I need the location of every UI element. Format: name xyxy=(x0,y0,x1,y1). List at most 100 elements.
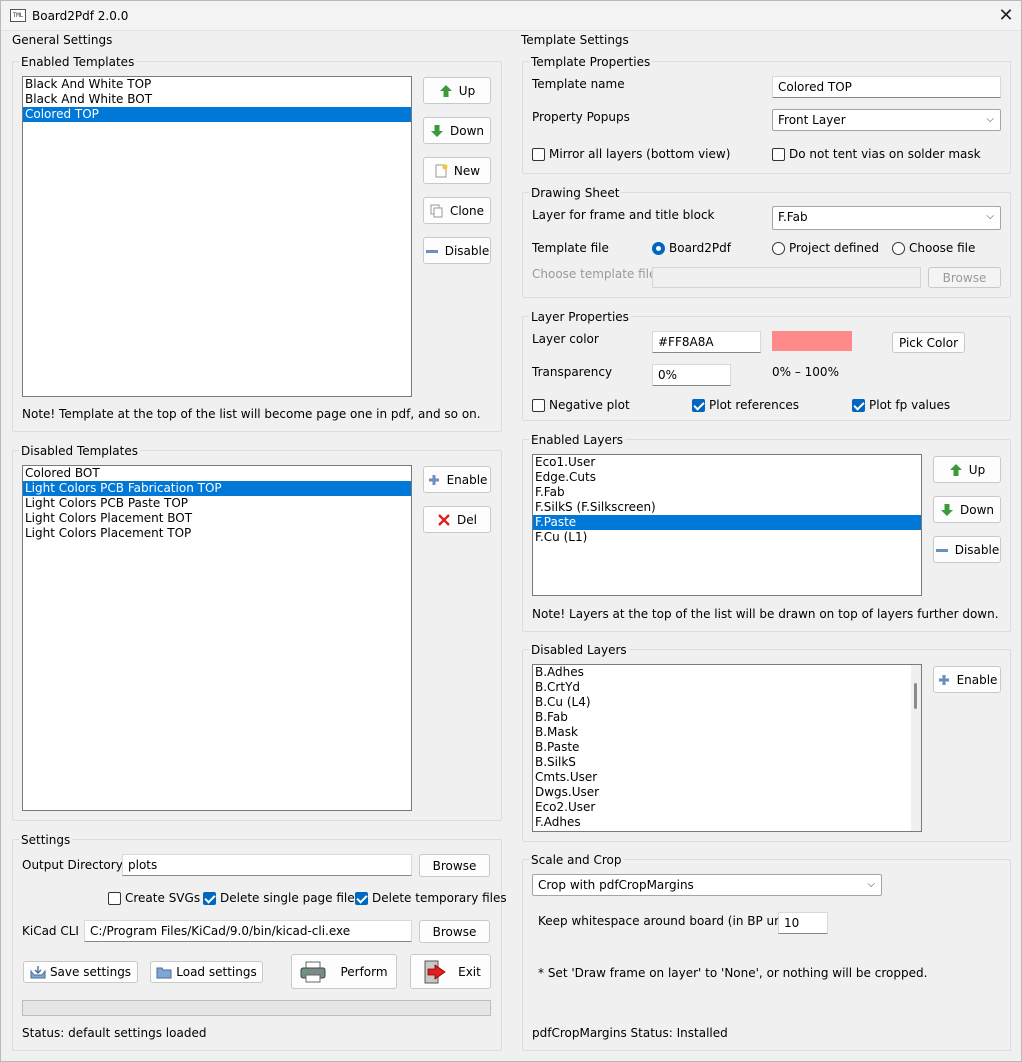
printer-icon xyxy=(300,961,326,983)
scrollbar-thumb[interactable] xyxy=(914,683,917,709)
list-item[interactable]: Eco2.User xyxy=(533,800,921,815)
radio-project-defined[interactable]: Project defined xyxy=(772,241,879,255)
list-item[interactable]: Light Colors PCB Paste TOP xyxy=(23,496,411,511)
template-delete-button[interactable]: Del xyxy=(423,506,491,533)
create-svgs-label: Create SVGs xyxy=(125,891,201,905)
transparency-input[interactable]: 0% xyxy=(652,364,731,386)
whitespace-input[interactable]: 10 xyxy=(778,912,828,934)
delete-temp-box[interactable] xyxy=(355,891,368,905)
disabled-templates-list[interactable]: Colored BOT Light Colors PCB Fabrication… xyxy=(22,465,412,811)
negative-plot-checkbox[interactable]: Negative plot xyxy=(532,398,630,412)
template-down-button[interactable]: Down xyxy=(423,117,491,144)
radio-board2pdf-dot[interactable] xyxy=(652,241,665,255)
list-item[interactable]: B.Paste xyxy=(533,740,921,755)
list-item[interactable]: Colored BOT xyxy=(23,466,411,481)
plot-references-box[interactable] xyxy=(692,398,705,412)
template-disable-button[interactable]: Disable xyxy=(423,237,491,264)
list-item[interactable]: Black And White BOT xyxy=(23,92,411,107)
list-item[interactable]: Light Colors Placement BOT xyxy=(23,511,411,526)
template-file-label: Template file xyxy=(532,241,609,255)
frame-layer-select[interactable]: F.Fab ⌵ xyxy=(772,206,1001,230)
list-item[interactable]: Light Colors PCB Fabrication TOP xyxy=(23,481,411,496)
kicad-cli-label: KiCad CLI xyxy=(22,924,79,938)
plus-icon xyxy=(937,673,951,687)
arrow-down-icon xyxy=(430,124,444,138)
template-up-button[interactable]: Up xyxy=(423,77,491,104)
plus-icon xyxy=(427,473,441,487)
plot-fp-values-box[interactable] xyxy=(852,398,865,412)
plot-references-checkbox[interactable]: Plot references xyxy=(692,398,799,412)
crop-mode-select[interactable]: Crop with pdfCropMargins ⌵ xyxy=(532,874,882,896)
kicad-cli-browse-button[interactable]: Browse xyxy=(419,920,490,943)
list-item[interactable]: Edge.Cuts xyxy=(533,470,921,485)
mirror-checkbox[interactable]: Mirror all layers (bottom view) xyxy=(532,147,730,161)
disabled-layers-scrollbar[interactable] xyxy=(911,665,921,831)
list-item[interactable]: Light Colors Placement TOP xyxy=(23,526,411,541)
list-item[interactable]: Colored TOP xyxy=(23,107,411,122)
list-item[interactable]: F.Paste xyxy=(533,515,921,530)
layer-down-button[interactable]: Down xyxy=(933,496,1001,523)
list-item[interactable]: B.Adhes xyxy=(533,665,921,680)
create-svgs-checkbox[interactable]: Create SVGs xyxy=(108,891,200,905)
list-item[interactable]: F.SilkS (F.Silkscreen) xyxy=(533,500,921,515)
delete-temp-checkbox[interactable]: Delete temporary files xyxy=(355,891,507,905)
radio-board2pdf[interactable]: Board2Pdf xyxy=(652,241,731,255)
del-label: Del xyxy=(457,512,477,527)
output-dir-input[interactable]: plots xyxy=(122,854,412,876)
list-item[interactable]: F.Cu (L1) xyxy=(533,530,921,545)
radio-choose-dot[interactable] xyxy=(892,241,905,255)
tent-vias-box[interactable] xyxy=(772,147,785,161)
tent-vias-checkbox[interactable]: Do not tent vias on solder mask xyxy=(772,147,981,161)
create-svgs-box[interactable] xyxy=(108,891,121,905)
layer-enable-button[interactable]: Enable xyxy=(933,666,1001,693)
template-name-input[interactable]: Colored TOP xyxy=(772,76,1001,98)
delete-single-box[interactable] xyxy=(203,891,216,905)
disabled-layers-heading: Disabled Layers xyxy=(529,643,629,657)
list-item[interactable]: Cmts.User xyxy=(533,770,921,785)
radio-choose-file[interactable]: Choose file xyxy=(892,241,975,255)
layer-disable-button[interactable]: Disable xyxy=(933,536,1001,563)
negative-plot-box[interactable] xyxy=(532,398,545,412)
scale-crop-heading: Scale and Crop xyxy=(529,853,624,867)
exit-button[interactable]: Exit xyxy=(410,954,491,989)
save-settings-button[interactable]: Save settings xyxy=(23,961,138,983)
layer-up-button[interactable]: Up xyxy=(933,456,1001,483)
list-item[interactable]: Black And White TOP xyxy=(23,77,411,92)
perform-button[interactable]: Perform xyxy=(291,954,397,989)
template-new-button[interactable]: New xyxy=(423,157,491,184)
list-item[interactable]: F.Adhes xyxy=(533,815,921,830)
mirror-box[interactable] xyxy=(532,147,545,161)
tent-vias-label: Do not tent vias on solder mask xyxy=(789,147,981,161)
close-icon[interactable]: ✕ xyxy=(991,1,1021,31)
delete-single-checkbox[interactable]: Delete single page files xyxy=(203,891,361,905)
enabled-layers-list[interactable]: Eco1.User Edge.Cuts F.Fab F.SilkS (F.Sil… xyxy=(532,454,922,596)
list-item[interactable]: B.Fab xyxy=(533,710,921,725)
list-item[interactable]: B.SilkS xyxy=(533,755,921,770)
choose-template-browse-button[interactable]: Browse xyxy=(928,267,1001,288)
choose-template-input[interactable] xyxy=(652,267,921,288)
radio-project-dot[interactable] xyxy=(772,241,785,255)
chevron-down-icon: ⌵ xyxy=(986,114,994,125)
list-item[interactable]: B.Mask xyxy=(533,725,921,740)
template-enable-button[interactable]: Enable xyxy=(423,466,491,493)
pick-color-button[interactable]: Pick Color xyxy=(892,332,965,353)
list-item[interactable]: B.Cu (L4) xyxy=(533,695,921,710)
load-settings-button[interactable]: Load settings xyxy=(150,961,263,983)
up-label: Up xyxy=(968,462,986,477)
list-item[interactable]: F.Fab xyxy=(533,485,921,500)
enabled-templates-list[interactable]: Black And White TOP Black And White BOT … xyxy=(22,76,412,397)
disabled-layers-list[interactable]: B.Adhes B.CrtYd B.Cu (L4) B.Fab B.Mask B… xyxy=(532,664,922,832)
list-item[interactable]: Eco1.User xyxy=(533,455,921,470)
layer-color-input[interactable]: #FF8A8A xyxy=(652,331,761,353)
save-settings-label: Save settings xyxy=(49,965,132,979)
plot-fp-values-label: Plot fp values xyxy=(869,398,951,412)
kicad-cli-input[interactable]: C:/Program Files/KiCad/9.0/bin/kicad-cli… xyxy=(84,920,412,942)
delete-x-icon xyxy=(437,513,451,527)
list-item[interactable]: Dwgs.User xyxy=(533,785,921,800)
folder-icon xyxy=(156,965,172,979)
output-dir-browse-button[interactable]: Browse xyxy=(419,854,490,877)
template-clone-button[interactable]: Clone xyxy=(423,197,491,224)
list-item[interactable]: B.CrtYd xyxy=(533,680,921,695)
plot-fp-values-checkbox[interactable]: Plot fp values xyxy=(852,398,950,412)
property-popups-select[interactable]: Front Layer ⌵ xyxy=(772,109,1001,131)
